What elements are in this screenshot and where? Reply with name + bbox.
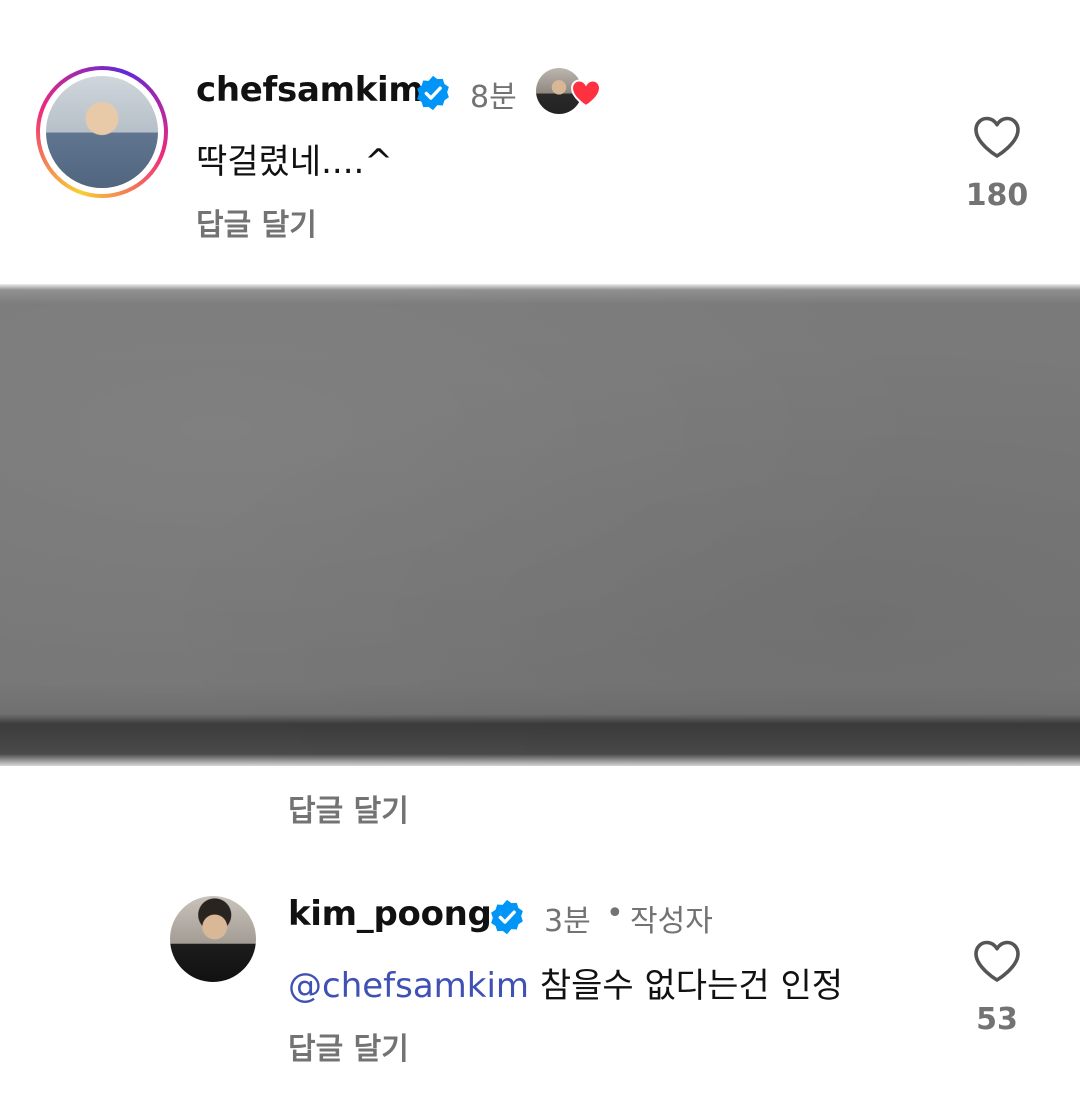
comment-text: @chefsamkim 참을수 없다는건 인정 [288, 958, 843, 1007]
comment-chefsamkim: chefsamkim 8분 딱걸렸네....^ 답글 달기 180 [0, 0, 1080, 284]
like-heart-icon[interactable] [972, 114, 1022, 160]
mention-link[interactable]: @chefsamkim [288, 966, 529, 1006]
liked-by-author-heart-icon [570, 79, 602, 108]
avatar[interactable] [170, 896, 256, 982]
comment-image[interactable] [0, 284, 1080, 766]
avatar[interactable] [40, 70, 164, 194]
verified-badge-icon [491, 899, 523, 935]
timestamp: 8분 [470, 80, 517, 115]
author-badge: 작성자 [630, 904, 713, 939]
like-count: 180 [965, 178, 1029, 213]
comment-body: 참을수 없다는건 인정 [539, 966, 844, 1006]
like-heart-icon[interactable] [972, 938, 1022, 984]
timestamp: 3분 [544, 904, 591, 939]
username[interactable]: chefsamkim [196, 70, 424, 110]
like-count: 53 [976, 1002, 1018, 1037]
comment-text: 딱걸렸네....^ [196, 142, 393, 182]
username[interactable]: kim_poong [288, 894, 492, 934]
reply-button[interactable]: 답글 달기 [288, 1024, 409, 1068]
separator-dot: • [606, 896, 624, 931]
reply-button[interactable]: 답글 달기 [288, 786, 409, 830]
comment-kim-poong: kim_poong 3분 • 작성자 @chefsamkim 참을수 없다는건 … [0, 880, 1080, 1100]
verified-badge-icon [417, 75, 449, 111]
reply-button[interactable]: 답글 달기 [196, 200, 317, 244]
